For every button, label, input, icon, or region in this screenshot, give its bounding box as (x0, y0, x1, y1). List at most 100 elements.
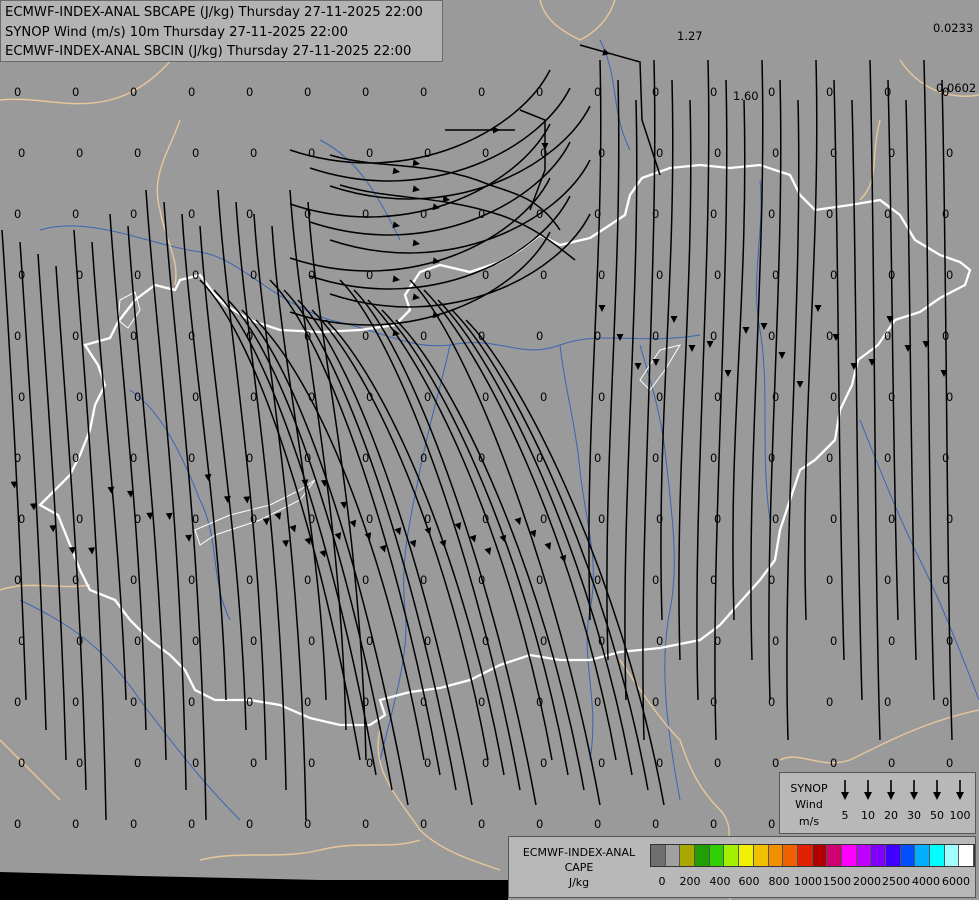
cape-value-label: 0 (714, 268, 721, 282)
wind-arrow-icon (887, 780, 895, 800)
cape-legend-tick: 4000 (912, 875, 940, 888)
cape-value-label: 0 (134, 878, 141, 892)
cape-color-swatch (959, 845, 975, 866)
cape-value-label: 0 (362, 451, 369, 465)
cape-value-label: 0 (420, 573, 427, 587)
cape-value-label: 0 (478, 85, 485, 99)
cape-value-label: 0 (366, 878, 373, 892)
cape-value-label: 0 (884, 207, 891, 221)
cape-value-label: 0 (536, 573, 543, 587)
cape-value-label: 0 (362, 573, 369, 587)
cape-value-label: 0 (250, 390, 257, 404)
cape-value-label: 0 (366, 146, 373, 160)
cape-value-label: 0 (420, 329, 427, 343)
cape-value-label: 0 (536, 817, 543, 831)
cape-value-label: 0 (942, 573, 949, 587)
wind-legend-speed: 5 (841, 809, 849, 822)
cape-color-swatch (900, 845, 916, 866)
cape-value-label: 0 (246, 695, 253, 709)
cape-value-label: 0 (304, 329, 311, 343)
cape-legend-tick: 600 (738, 875, 760, 888)
cape-legend-title: ECMWF-INDEX-ANAL (522, 846, 636, 859)
wind-legend-speed: 50 (930, 809, 944, 822)
cape-value-label: 0 (250, 268, 257, 282)
cape-value-label: 0 (304, 85, 311, 99)
wind-arrow-icon (841, 780, 849, 800)
wind-legend: SYNOP Wind m/s 5 10 20 30 50 100 (779, 772, 976, 834)
cape-value-label: 0 (366, 390, 373, 404)
cape-value-label: 0 (134, 146, 141, 160)
cape-value-label: 0 (246, 451, 253, 465)
cape-value-label: 0 (134, 634, 141, 648)
cape-value-label: 0 (598, 512, 605, 526)
cape-value-label: 0 (714, 146, 721, 160)
cape-value-label: 0 (946, 390, 953, 404)
cape-value-label: 0 (246, 329, 253, 343)
cape-value-label: 0 (656, 268, 663, 282)
cape-value-label: 0 (420, 695, 427, 709)
cape-value-label: 0 (72, 573, 79, 587)
cape-value-label: 0 (304, 451, 311, 465)
cape-value-label: 0 (18, 756, 25, 770)
cape-value-label: 0 (188, 817, 195, 831)
cape-value-label: 0 (18, 878, 25, 892)
cape-value-label: 0 (826, 207, 833, 221)
cape-value-label: 0 (420, 817, 427, 831)
cape-value-label: 0 (594, 695, 601, 709)
cape-color-swatch (944, 845, 960, 866)
cape-value-label: 0 (134, 512, 141, 526)
wind-arrow-icon (910, 780, 918, 800)
cape-value-label: 0 (192, 268, 199, 282)
cape-value-label: 0.0602 (936, 81, 976, 95)
cape-legend-tick: 1000 (794, 875, 822, 888)
cape-value-label: 1.27 (677, 29, 703, 43)
cape-value-label: 0 (478, 817, 485, 831)
cape-value-label: 0 (768, 695, 775, 709)
cape-value-label: 0 (308, 146, 315, 160)
cape-value-label: 0 (72, 451, 79, 465)
title-line-wind: SYNOP Wind (m/s) 10m Thursday 27-11-2025… (5, 24, 348, 40)
cape-value-label: 0 (424, 878, 431, 892)
cape-value-label: 0 (18, 512, 25, 526)
cape-value-label: 0 (192, 390, 199, 404)
cape-value-label: 0 (830, 268, 837, 282)
cape-value-label: 0 (768, 329, 775, 343)
cape-value-label: 0 (482, 512, 489, 526)
cape-color-swatch (665, 845, 681, 866)
cape-value-label: 0 (884, 695, 891, 709)
cape-value-label: 0 (14, 85, 21, 99)
cape-value-label: 0 (652, 695, 659, 709)
cape-value-label: 0 (478, 451, 485, 465)
cape-value-label: 0 (478, 329, 485, 343)
cape-value-label: 0 (594, 817, 601, 831)
cape-value-label: 0 (188, 207, 195, 221)
cape-value-label: 0 (246, 573, 253, 587)
cape-value-label: 0 (188, 573, 195, 587)
cape-value-label: 0 (710, 329, 717, 343)
cape-value-label: 0 (76, 268, 83, 282)
cape-value-label: 0 (652, 451, 659, 465)
cape-color-swatch (856, 845, 872, 866)
cape-value-label: 0 (710, 85, 717, 99)
cape-legend-subtitle: CAPE (564, 861, 594, 874)
cape-value-label: 0 (942, 695, 949, 709)
cape-value-label: 0 (308, 512, 315, 526)
cape-value-label: 0 (768, 573, 775, 587)
cape-value-label: 0 (830, 390, 837, 404)
cape-value-label: 0 (14, 695, 21, 709)
cape-value-label: 0 (130, 451, 137, 465)
cape-value-label: 0 (482, 268, 489, 282)
cape-legend-tick: 800 (768, 875, 790, 888)
cape-legend-tick: 200 (679, 875, 701, 888)
cape-value-label: 0 (830, 634, 837, 648)
wind-arrow-icon (933, 780, 941, 800)
cape-value-label: 0 (540, 390, 547, 404)
weather-map: 0 0 0 0 0 0 0 0 0 0 0 0 0 0 0 0 0 0 0 0 0 0 0 0 0 0 0 0 0 0 0 0 0 0 0 0 0 0 0 0… (0, 0, 979, 900)
cape-value-label: 0 (192, 878, 199, 892)
cape-legend-tick: 0 (658, 875, 666, 888)
cape-value-label: 0 (130, 329, 137, 343)
cape-value-label: 0 (366, 512, 373, 526)
cape-value-label: 0 (18, 634, 25, 648)
cape-value-label: 0 (946, 512, 953, 526)
cape-value-label: 0 (424, 756, 431, 770)
